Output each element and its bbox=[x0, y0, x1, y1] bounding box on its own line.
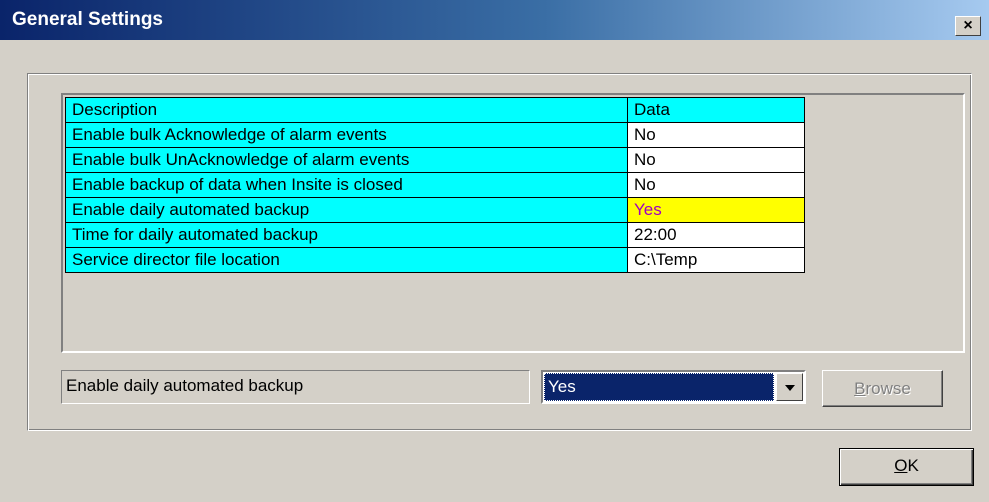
table-row[interactable]: Enable backup of data when Insite is clo… bbox=[65, 172, 805, 198]
settings-grid: Description Data Enable bulk Acknowledge… bbox=[61, 93, 965, 353]
ok-button-label: K bbox=[907, 456, 919, 475]
dropdown-selected-value[interactable]: Yes bbox=[544, 373, 774, 401]
browse-button-mnemonic: B bbox=[854, 379, 866, 398]
editor-field-label: Enable daily automated backup bbox=[61, 370, 530, 404]
table-row[interactable]: Service director file location C:\Temp bbox=[65, 247, 805, 273]
dropdown-button[interactable] bbox=[776, 373, 803, 401]
row-data-selected[interactable]: Yes bbox=[627, 197, 805, 223]
browse-button[interactable]: Browse bbox=[822, 370, 943, 407]
column-header-description: Description bbox=[65, 97, 628, 123]
row-description[interactable]: Time for daily automated backup bbox=[65, 222, 628, 248]
general-settings-dialog: General Settings × Description Data Enab… bbox=[0, 0, 989, 502]
row-description[interactable]: Enable bulk Acknowledge of alarm events bbox=[65, 122, 628, 148]
table-row[interactable]: Enable bulk Acknowledge of alarm events … bbox=[65, 122, 805, 148]
row-description[interactable]: Enable bulk UnAcknowledge of alarm event… bbox=[65, 147, 628, 173]
close-button[interactable]: × bbox=[955, 16, 981, 36]
value-dropdown[interactable]: Yes bbox=[541, 370, 806, 404]
ok-button[interactable]: OK bbox=[839, 448, 974, 486]
row-data[interactable]: C:\Temp bbox=[627, 247, 805, 273]
table-header-row: Description Data bbox=[65, 97, 805, 123]
browse-button-label: rowse bbox=[865, 379, 911, 398]
close-icon: × bbox=[963, 17, 973, 34]
row-description[interactable]: Service director file location bbox=[65, 247, 628, 273]
settings-table: Description Data Enable bulk Acknowledge… bbox=[65, 97, 805, 273]
table-row-selected[interactable]: Enable daily automated backup Yes bbox=[65, 197, 805, 223]
row-description[interactable]: Enable daily automated backup bbox=[65, 197, 628, 223]
chevron-down-icon bbox=[785, 385, 795, 391]
table-row[interactable]: Enable bulk UnAcknowledge of alarm event… bbox=[65, 147, 805, 173]
row-data[interactable]: No bbox=[627, 147, 805, 173]
row-data[interactable]: No bbox=[627, 172, 805, 198]
row-data[interactable]: 22:00 bbox=[627, 222, 805, 248]
row-description[interactable]: Enable backup of data when Insite is clo… bbox=[65, 172, 628, 198]
dialog-title: General Settings bbox=[12, 9, 163, 30]
row-data[interactable]: No bbox=[627, 122, 805, 148]
ok-button-mnemonic: O bbox=[894, 456, 908, 475]
title-bar[interactable]: General Settings × bbox=[0, 0, 989, 40]
table-row[interactable]: Time for daily automated backup 22:00 bbox=[65, 222, 805, 248]
column-header-data: Data bbox=[627, 97, 805, 123]
